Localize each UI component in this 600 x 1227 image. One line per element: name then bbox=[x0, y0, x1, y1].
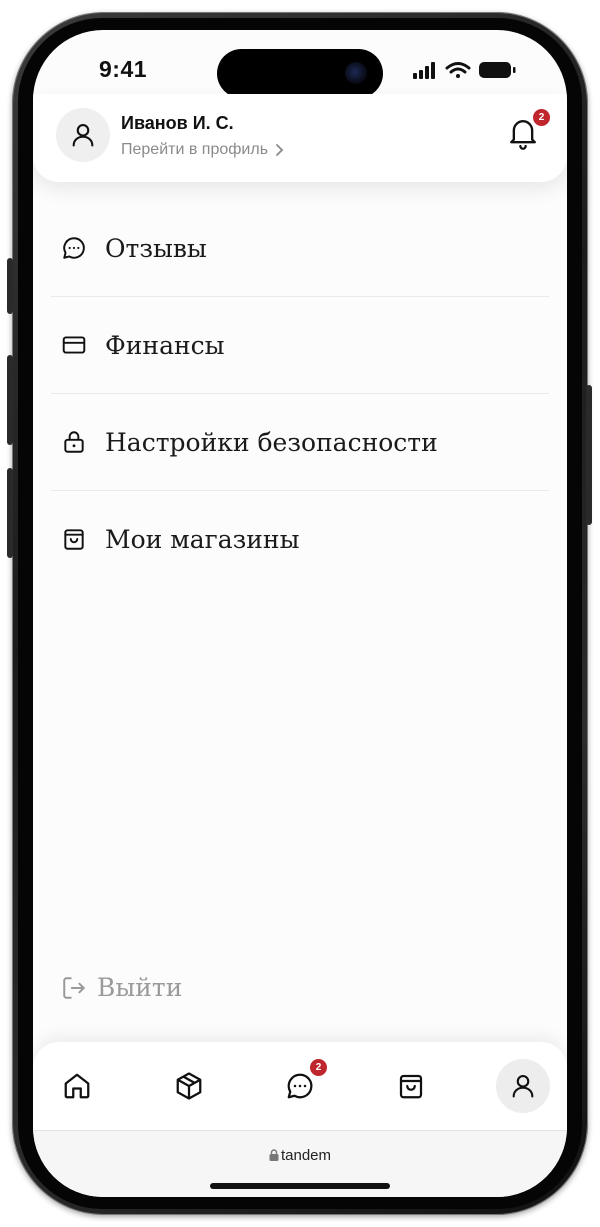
power-button bbox=[586, 385, 592, 525]
tab-profile[interactable] bbox=[496, 1059, 550, 1113]
status-icons bbox=[413, 62, 516, 79]
url-display: tandem bbox=[33, 1147, 567, 1164]
volume-up-button bbox=[7, 355, 13, 445]
chat-bubble-icon bbox=[63, 237, 85, 259]
dynamic-island bbox=[217, 49, 383, 98]
logout-icon bbox=[63, 976, 85, 999]
menu-item-finances[interactable]: Финансы bbox=[51, 297, 549, 394]
profile-header: Иванов И. С. Перейти в профиль 2 bbox=[33, 94, 567, 182]
browser-url-bar[interactable]: tandem bbox=[33, 1130, 567, 1197]
tab-messages[interactable]: 2 bbox=[278, 1058, 328, 1108]
user-icon bbox=[72, 124, 94, 147]
url-text: tandem bbox=[280, 1147, 332, 1164]
menu-item-security-settings[interactable]: Настройки безопасности bbox=[51, 394, 549, 491]
menu-item-label: Настройки безопасности bbox=[105, 427, 438, 457]
action-button bbox=[7, 258, 13, 314]
tab-products[interactable] bbox=[167, 1064, 211, 1108]
menu-list: Отзывы Финансы Настройки безопасности Мо… bbox=[51, 200, 549, 587]
battery-icon bbox=[479, 62, 516, 78]
tab-home[interactable] bbox=[55, 1064, 99, 1108]
user-name: Иванов И. С. bbox=[121, 113, 234, 133]
menu-item-my-shops[interactable]: Мои магазины bbox=[51, 491, 549, 587]
wifi-icon bbox=[445, 62, 471, 78]
lock-icon bbox=[64, 431, 84, 453]
notifications-button[interactable]: 2 bbox=[507, 108, 551, 150]
logout-button[interactable]: Выйти bbox=[61, 973, 182, 1002]
box-icon bbox=[176, 1072, 202, 1100]
menu-item-label: Финансы bbox=[105, 330, 225, 360]
profile-link-label: Перейти в профиль bbox=[121, 141, 269, 158]
notifications-badge: 2 bbox=[532, 108, 551, 127]
shopping-bag-icon bbox=[64, 529, 84, 550]
tab-bar: 2 bbox=[33, 1042, 567, 1130]
tab-shop[interactable] bbox=[389, 1064, 433, 1108]
profile-link[interactable]: Перейти в профиль bbox=[121, 141, 284, 159]
status-time: 9:41 bbox=[99, 56, 148, 82]
menu-item-label: Мои магазины bbox=[105, 524, 300, 554]
home-indicator[interactable] bbox=[210, 1183, 390, 1189]
shopping-bag-icon bbox=[399, 1074, 423, 1099]
user-icon bbox=[512, 1075, 534, 1098]
messages-badge: 2 bbox=[309, 1058, 328, 1077]
menu-item-label: Отзывы bbox=[105, 233, 207, 263]
home-icon bbox=[64, 1073, 90, 1099]
logout-label: Выйти bbox=[97, 973, 183, 1002]
screen: 9:41 Иванов И. С. Перейти в профиль 2 От… bbox=[33, 30, 567, 1197]
menu-item-reviews[interactable]: Отзывы bbox=[51, 200, 549, 297]
credit-card-icon bbox=[62, 336, 86, 354]
chevron-right-icon bbox=[276, 144, 284, 156]
camera-icon bbox=[345, 62, 367, 84]
avatar[interactable] bbox=[56, 108, 110, 162]
chat-bubble-icon bbox=[287, 1073, 313, 1099]
cellular-signal-icon bbox=[413, 62, 435, 79]
volume-down-button bbox=[7, 468, 13, 558]
lock-icon bbox=[269, 1149, 279, 1161]
